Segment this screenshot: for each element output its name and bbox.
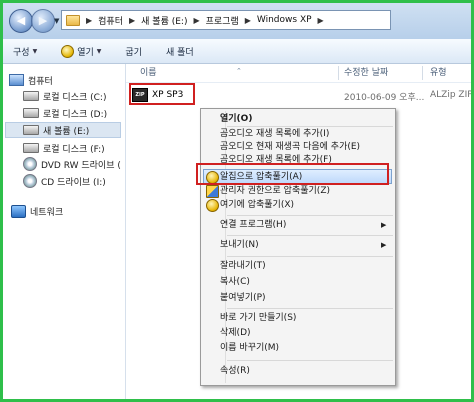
menu-separator	[227, 126, 393, 127]
breadcrumb-computer[interactable]: 컴퓨터	[98, 14, 123, 27]
address-bar[interactable]: ▶ 컴퓨터 ▶ 새 볼륨 (E:) ▶ 프로그램 ▶ Windows XP ▶	[61, 10, 391, 30]
menu-item-cut[interactable]: 잘라내기(T)	[220, 260, 266, 272]
drive-icon	[23, 108, 39, 118]
column-divider[interactable]	[338, 66, 339, 80]
chevron-down-icon: ▼	[32, 47, 38, 55]
menu-item-send-to[interactable]: 보내기(N)	[220, 239, 259, 251]
nav-item-drive-e[interactable]: 새 볼륨 (E:)	[5, 122, 121, 138]
submenu-arrow-icon: ▶	[381, 221, 387, 229]
menu-separator	[227, 235, 393, 236]
nav-label: 새 볼륨 (E:)	[43, 126, 90, 137]
chevron-right-icon[interactable]: ▶	[129, 16, 135, 25]
chevron-right-icon[interactable]: ▶	[193, 16, 199, 25]
drive-icon	[23, 125, 39, 135]
cd-icon	[23, 174, 37, 188]
organize-button[interactable]: 구성 ▼	[13, 45, 37, 58]
menu-item-admin-extract[interactable]: 관리자 권한으로 압축풀기(Z)	[220, 185, 330, 197]
sort-arrow-icon: ⌃	[236, 67, 242, 75]
chevron-down-icon: ▼	[96, 47, 102, 55]
nav-label: CD 드라이브 (I:)	[41, 177, 106, 188]
column-header-date[interactable]: 수정한 날짜	[344, 64, 388, 82]
nav-label: 컴퓨터	[28, 76, 53, 87]
nav-item-cd-drive[interactable]: CD 드라이브 (I:)	[23, 173, 106, 189]
menu-item-open-with[interactable]: 연결 프로그램(H)	[220, 219, 286, 231]
menu-item-rename[interactable]: 이름 바꾸기(M)	[220, 342, 279, 354]
menu-item-open[interactable]: 열기(O)	[220, 113, 252, 125]
alzip-icon	[206, 199, 219, 212]
menu-separator	[227, 360, 393, 361]
computer-icon	[9, 74, 24, 86]
drive-icon	[23, 143, 39, 153]
nav-label: 로컬 디스크 (D:)	[43, 109, 108, 120]
forward-button[interactable]: ▶	[31, 9, 55, 33]
new-folder-label: 새 폴더	[165, 47, 194, 58]
chevron-right-icon[interactable]: ▶	[86, 16, 92, 25]
alzip-icon	[61, 44, 75, 58]
dvd-icon	[23, 157, 37, 171]
menu-separator	[227, 215, 393, 216]
nav-item-drive-d[interactable]: 로컬 디스크 (D:)	[23, 105, 107, 121]
file-date: 2010-06-09 오후...	[344, 93, 425, 103]
submenu-arrow-icon: ▶	[381, 241, 387, 249]
nav-label: 로컬 디스크 (F:)	[43, 144, 105, 155]
organize-label: 구성	[13, 47, 30, 58]
context-menu: 열기(O) 곰오디오 재생 목록에 추가(I) 곰오디오 현재 재생곡 다음에 …	[200, 108, 396, 386]
menu-item-gom-add-playlist[interactable]: 곰오디오 재생 목록에 추가(I)	[220, 128, 329, 140]
back-button[interactable]: ◀	[9, 9, 33, 33]
column-header-type[interactable]: 유형	[430, 64, 447, 82]
burn-button[interactable]: 굽기	[125, 45, 142, 58]
open-label: 열기	[77, 47, 94, 58]
address-area: ◀ ▶ ▼ ▶ 컴퓨터 ▶ 새 볼륨 (E:) ▶ 프로그램 ▶ Windows…	[3, 3, 471, 39]
annotation-box-extract	[196, 163, 389, 185]
menu-item-properties[interactable]: 속성(R)	[220, 365, 250, 377]
navigation-pane: 컴퓨터 로컬 디스크 (C:) 로컬 디스크 (D:) 새 볼륨 (E:) 로컬…	[3, 64, 126, 399]
open-button[interactable]: 열기 ▼	[61, 44, 102, 58]
nav-item-network[interactable]: 네트워크	[11, 203, 63, 219]
nav-item-drive-f[interactable]: 로컬 디스크 (F:)	[23, 140, 105, 156]
menu-separator	[227, 308, 393, 309]
column-header-name[interactable]: 이름	[140, 64, 157, 82]
breadcrumb-programs[interactable]: 프로그램	[206, 14, 239, 27]
drive-icon	[23, 91, 39, 101]
nav-item-drive-c[interactable]: 로컬 디스크 (C:)	[23, 88, 106, 104]
file-type: ALZip ZIP	[430, 90, 471, 100]
nav-label: DVD RW 드라이브 (	[41, 160, 121, 171]
breadcrumb-volume-e[interactable]: 새 볼륨 (E:)	[141, 14, 187, 27]
nav-item-dvd-drive[interactable]: DVD RW 드라이브 (	[23, 156, 121, 172]
recent-pages-dropdown-icon[interactable]: ▼	[54, 17, 59, 25]
chevron-right-icon[interactable]: ▶	[245, 16, 251, 25]
nav-item-computer[interactable]: 컴퓨터	[9, 72, 53, 88]
explorer-window: ◀ ▶ ▼ ▶ 컴퓨터 ▶ 새 볼륨 (E:) ▶ 프로그램 ▶ Windows…	[3, 3, 471, 399]
network-icon	[11, 204, 26, 218]
folder-icon	[66, 14, 80, 26]
chevron-right-icon[interactable]: ▶	[318, 16, 324, 25]
command-toolbar: 구성 ▼ 열기 ▼ 굽기 새 폴더	[3, 39, 471, 64]
menu-item-paste[interactable]: 붙여넣기(P)	[220, 292, 266, 304]
menu-item-gom-add-next[interactable]: 곰오디오 현재 재생곡 다음에 추가(E)	[220, 141, 360, 153]
nav-label: 로컬 디스크 (C:)	[43, 92, 107, 103]
menu-separator	[227, 256, 393, 257]
burn-label: 굽기	[125, 47, 142, 58]
menu-item-copy[interactable]: 복사(C)	[220, 276, 250, 288]
menu-item-delete[interactable]: 삭제(D)	[220, 327, 251, 339]
new-folder-button[interactable]: 새 폴더	[166, 45, 194, 58]
shield-icon	[206, 185, 219, 198]
nav-label: 네트워크	[30, 207, 64, 218]
breadcrumb-windows-xp[interactable]: Windows XP	[257, 15, 312, 25]
menu-item-extract-here[interactable]: 여기에 압축풀기(X)	[220, 199, 294, 211]
menu-item-create-shortcut[interactable]: 바로 가기 만들기(S)	[220, 312, 296, 324]
annotation-box-file	[129, 83, 195, 105]
column-divider[interactable]	[422, 66, 423, 80]
